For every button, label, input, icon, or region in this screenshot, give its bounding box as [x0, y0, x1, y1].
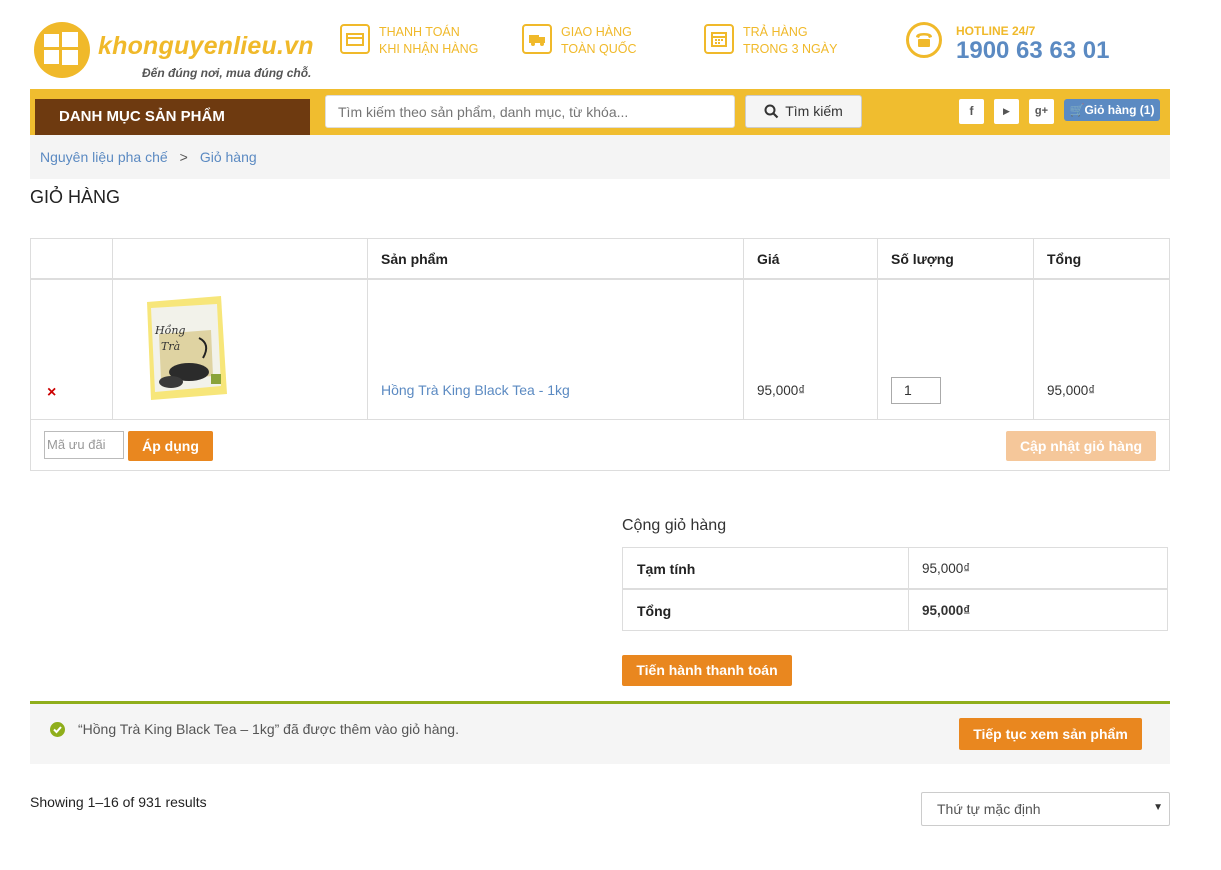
- chevron-down-icon: ▼: [1153, 802, 1163, 813]
- subtotal-label: Tạm tính: [637, 561, 696, 577]
- logo-slogan: Đến đúng nơi, mua đúng chỗ.: [142, 66, 312, 80]
- header-quantity: Số lượng: [891, 251, 954, 267]
- search-button-label: Tìm kiếm: [785, 103, 843, 119]
- checkout-button[interactable]: Tiến hành thanh toán: [622, 655, 792, 686]
- item-total: 95,000₫: [1047, 383, 1096, 398]
- cart-button[interactable]: 🛒Giỏ hàng (1): [1064, 99, 1160, 121]
- header-price: Giá: [757, 251, 780, 267]
- quantity-input[interactable]: 1: [891, 377, 941, 404]
- logo-name: khonguyenlieu.vn: [98, 32, 314, 60]
- logo-mark: [34, 22, 90, 78]
- update-cart-button[interactable]: Cập nhật giỏ hàng: [1006, 431, 1156, 461]
- feature-payment-line1: THANH TOÁN: [379, 25, 460, 39]
- google-plus-icon[interactable]: g+: [1029, 99, 1054, 124]
- site-logo[interactable]: khonguyenlieu.vn Đến đúng nơi, mua đúng …: [34, 20, 324, 82]
- header-total: Tổng: [1047, 251, 1082, 267]
- total-label: Tổng: [637, 603, 672, 619]
- product-name-link[interactable]: Hồng Trà King Black Tea - 1kg: [381, 382, 570, 398]
- notice-message: “Hồng Trà King Black Tea – 1kg” đã được …: [78, 721, 459, 737]
- breadcrumb-current[interactable]: Giỏ hàng: [200, 149, 257, 165]
- coupon-input[interactable]: Mã ưu đãi: [44, 431, 124, 459]
- sort-select-value: Thứ tự mặc định: [937, 801, 1041, 817]
- breadcrumb-home[interactable]: Nguyên liệu pha chế: [40, 149, 168, 165]
- search-button[interactable]: Tìm kiếm: [745, 95, 862, 128]
- search-input[interactable]: [325, 95, 735, 128]
- main-navbar: DANH MỤC SẢN PHẨM Tìm kiếm f ▶ g+ 🛒Giỏ h…: [30, 89, 1170, 135]
- cart-totals-table: Tạm tính 95,000₫ Tổng 95,000₫: [622, 547, 1168, 631]
- svg-text:Trà: Trà: [161, 340, 180, 353]
- continue-shopping-button[interactable]: Tiếp tục xem sản phẩm: [959, 718, 1142, 750]
- phone-icon: [906, 22, 942, 58]
- subtotal-row: Tạm tính 95,000₫: [623, 548, 1167, 589]
- sort-select[interactable]: Thứ tự mặc định ▼: [921, 792, 1170, 826]
- apply-coupon-button[interactable]: Áp dụng: [128, 431, 213, 461]
- hotline-number[interactable]: 1900 63 63 01: [956, 37, 1109, 65]
- cart-totals-title: Cộng giỏ hàng: [622, 517, 727, 534]
- svg-text:Hồng: Hồng: [154, 324, 185, 337]
- hotline-label: HOTLINE 24/7: [956, 24, 1036, 38]
- feature-return-line2: TRONG 3 NGÀY: [743, 42, 838, 56]
- added-to-cart-notice: “Hồng Trà King Black Tea – 1kg” đã được …: [30, 701, 1170, 764]
- facebook-icon[interactable]: f: [959, 99, 984, 124]
- cart-icon: 🛒: [1069, 103, 1085, 117]
- total-row: Tổng 95,000₫: [623, 590, 1167, 631]
- breadcrumb: Nguyên liệu pha chế > Giỏ hàng: [30, 135, 1170, 179]
- results-count: Showing 1–16 of 931 results: [30, 794, 207, 810]
- subtotal-value: 95,000₫: [922, 561, 971, 576]
- feature-return-line1: TRẢ HÀNG: [743, 25, 808, 39]
- youtube-icon[interactable]: ▶: [994, 99, 1019, 124]
- cart-label: Giỏ hàng (1): [1084, 103, 1155, 117]
- remove-item-button[interactable]: ×: [47, 384, 56, 402]
- item-price: 95,000₫: [757, 383, 806, 398]
- feature-shipping-line2: TOÀN QUỐC: [561, 42, 637, 56]
- page-title: GIỎ HÀNG: [30, 187, 121, 207]
- product-image[interactable]: Hồng Trà: [141, 294, 231, 404]
- credit-card-icon: [340, 24, 370, 54]
- cart-table: Sản phẩm Giá Số lượng Tổng × Hồng Trà Hồ…: [30, 238, 1170, 471]
- calendar-icon: [704, 24, 734, 54]
- total-value: 95,000₫: [922, 603, 971, 618]
- category-menu-button[interactable]: DANH MỤC SẢN PHẨM: [35, 99, 310, 135]
- search-icon: [764, 104, 779, 119]
- feature-shipping-line1: GIAO HÀNG: [561, 25, 632, 39]
- check-icon: [50, 722, 65, 737]
- cart-row: × Hồng Trà Hồng Trà King Black Tea - 1kg…: [31, 280, 1169, 419]
- feature-payment-line2: KHI NHẬN HÀNG: [379, 42, 479, 56]
- truck-icon: [522, 24, 552, 54]
- header-product: Sản phẩm: [381, 251, 448, 267]
- breadcrumb-separator: >: [179, 149, 188, 165]
